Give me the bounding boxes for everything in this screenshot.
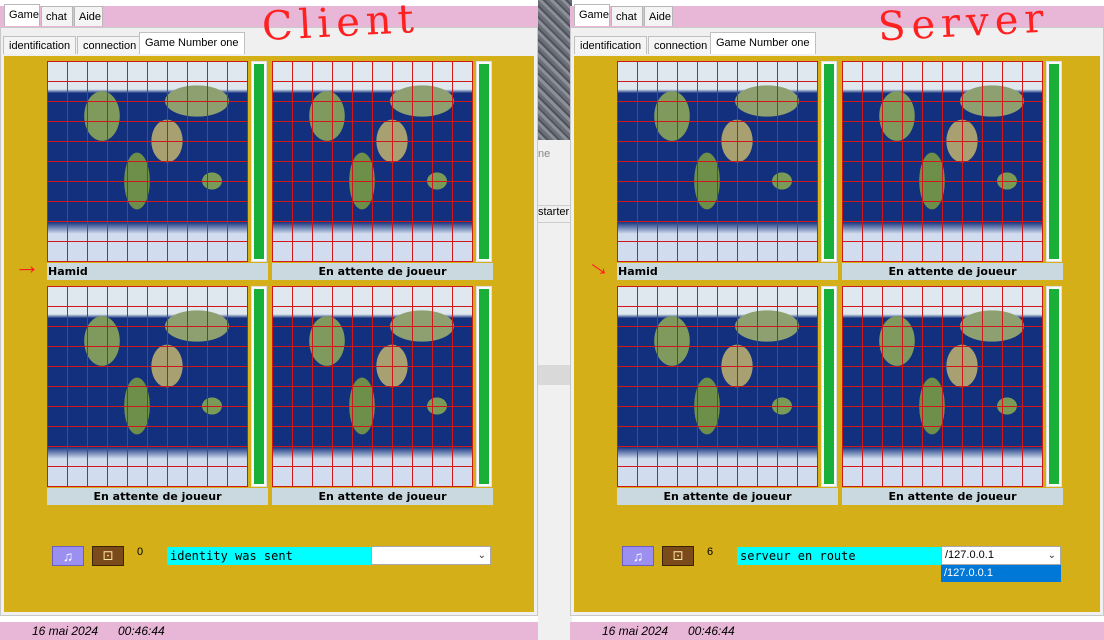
player-label: En attente de joueur [47, 488, 268, 505]
address-combo[interactable]: ⌄ [371, 546, 491, 565]
tab-game-number-one[interactable]: Game Number one [139, 32, 245, 54]
gauge-fill [254, 64, 264, 259]
arrow-annotation-client: → [14, 250, 40, 280]
board-grid[interactable] [272, 61, 473, 262]
tab-connection[interactable]: connection [648, 36, 714, 54]
background-text-1: ne [538, 148, 551, 160]
board-grid[interactable] [272, 286, 473, 487]
board-4[interactable]: En attente de joueur [272, 286, 493, 505]
gauge [821, 61, 837, 262]
counter: 6 [707, 546, 714, 558]
gauge-fill [479, 64, 489, 259]
tab-game[interactable]: Game [574, 4, 610, 26]
server-window: Game chat Aide identification connection… [570, 0, 1104, 640]
board-3[interactable]: En attente de joueur [617, 286, 838, 505]
player-label: En attente de joueur [842, 488, 1063, 505]
gauge-fill [1049, 289, 1059, 484]
combo-value: /127.0.0.1 [945, 549, 994, 561]
music-button[interactable]: ♫ [622, 546, 654, 566]
board-4[interactable]: En attente de joueur [842, 286, 1063, 505]
gauge-fill [479, 289, 489, 484]
chevron-down-icon[interactable]: ⌄ [478, 547, 486, 564]
tab-chat[interactable]: chat [611, 6, 643, 26]
player-label: Hamid [47, 263, 268, 280]
player-label: En attente de joueur [272, 488, 493, 505]
time-label: 00:46:44 [688, 624, 735, 638]
gauge [251, 61, 267, 262]
dice-icon: ⚀ [102, 549, 114, 563]
counter: 0 [137, 546, 144, 558]
player-label: En attente de joueur [617, 488, 838, 505]
board-grid[interactable] [842, 286, 1043, 487]
dice-button[interactable]: ⚀ [662, 546, 694, 566]
status-field: identity was sent [167, 547, 371, 565]
dice-button[interactable]: ⚀ [92, 546, 124, 566]
game-panel: identification connection Game Number on… [570, 27, 1104, 616]
client-annotation: Client [260, 0, 421, 51]
tab-game-number-one[interactable]: Game Number one [710, 32, 816, 54]
gauge [1046, 61, 1062, 262]
music-note-icon: ♫ [632, 548, 644, 564]
gauge-fill [824, 64, 834, 259]
chevron-down-icon[interactable]: ⌄ [1048, 547, 1056, 564]
tab-aide[interactable]: Aide [74, 6, 103, 26]
player-label: En attente de joueur [272, 263, 493, 280]
board-grid[interactable] [617, 61, 818, 262]
status-bar: 16 mai 2024 00:46:44 [0, 622, 538, 640]
gauge-fill [824, 289, 834, 484]
status-field: serveur en route [737, 547, 941, 565]
background-bar [538, 365, 572, 385]
board-1[interactable]: Hamid [617, 61, 838, 280]
background-text-2: starter [538, 205, 572, 223]
gauge-fill [254, 289, 264, 484]
game-panel: identification connection Game Number on… [0, 27, 538, 616]
gauge [476, 286, 492, 487]
tab-chat[interactable]: chat [41, 6, 73, 26]
board-3[interactable]: En attente de joueur [47, 286, 268, 505]
tab-identification[interactable]: identification [574, 36, 648, 54]
board-2[interactable]: En attente de joueur [842, 61, 1063, 280]
board-1[interactable]: Hamid [47, 61, 268, 280]
board-grid[interactable] [47, 61, 248, 262]
board-grid[interactable] [47, 286, 248, 487]
time-label: 00:46:44 [118, 624, 165, 638]
board-area: Hamid En attente de joueur En attente de… [4, 56, 534, 612]
address-combo[interactable]: /127.0.0.1 ⌄ [941, 546, 1061, 565]
dice-icon: ⚀ [672, 549, 684, 563]
date-label: 16 mai 2024 [32, 624, 99, 638]
gauge [821, 286, 837, 487]
board-area: Hamid En attente de joueur En attente de… [574, 56, 1100, 612]
client-window: Game chat Aide identification connection… [0, 0, 538, 640]
board-2[interactable]: En attente de joueur [272, 61, 493, 280]
music-note-icon: ♫ [62, 548, 74, 564]
tab-game[interactable]: Game [4, 4, 40, 26]
tab-connection[interactable]: connection [77, 36, 143, 54]
music-button[interactable]: ♫ [52, 546, 84, 566]
status-bar: 16 mai 2024 00:46:44 [570, 622, 1104, 640]
gauge [1046, 286, 1062, 487]
address-option[interactable]: /127.0.0.1 [941, 565, 1061, 582]
board-grid[interactable] [617, 286, 818, 487]
gauge [251, 286, 267, 487]
tab-identification[interactable]: identification [3, 36, 77, 54]
gauge [476, 61, 492, 262]
board-grid[interactable] [842, 61, 1043, 262]
gauge-fill [1049, 64, 1059, 259]
date-label: 16 mai 2024 [602, 624, 669, 638]
desktop-wallpaper [538, 0, 572, 140]
tab-aide[interactable]: Aide [644, 6, 673, 26]
player-label: En attente de joueur [842, 263, 1063, 280]
player-label: Hamid [617, 263, 838, 280]
